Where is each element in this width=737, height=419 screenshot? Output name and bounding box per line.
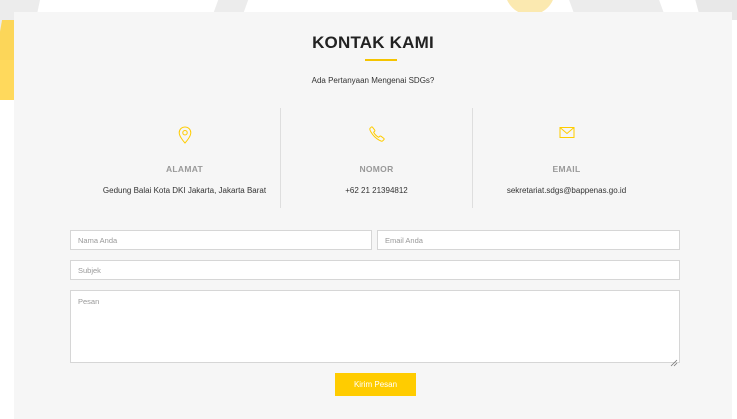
- title-underline: [365, 59, 397, 61]
- map-pin-icon: [178, 126, 192, 149]
- info-label: EMAIL: [552, 164, 581, 174]
- info-label: ALAMAT: [165, 164, 204, 174]
- phone-icon: [368, 126, 385, 147]
- section-title: KONTAK KAMI: [312, 33, 434, 52]
- contact-section: KONTAK KAMI Ada Pertanyaan Mengenai SDGs…: [14, 12, 732, 419]
- message-textarea[interactable]: [70, 290, 680, 363]
- name-input[interactable]: [70, 230, 372, 250]
- email-input[interactable]: [377, 230, 680, 250]
- info-address: ALAMAT Gedung Balai Kota DKI Jakarta, Ja…: [89, 108, 280, 208]
- section-subtitle: Ada Pertanyaan Mengenai SDGs?: [311, 76, 435, 85]
- resize-handle-icon[interactable]: [670, 354, 678, 367]
- info-value: sekretariat.sdgs@bappenas.go.id: [506, 186, 627, 195]
- info-value: +62 21 21394812: [345, 186, 408, 195]
- submit-button[interactable]: Kirim Pesan: [335, 373, 416, 396]
- info-phone: NOMOR +62 21 21394812: [280, 108, 473, 208]
- info-value: Gedung Balai Kota DKI Jakarta, Jakarta B…: [102, 186, 267, 195]
- subject-input[interactable]: [70, 260, 680, 280]
- info-label: NOMOR: [359, 164, 394, 174]
- info-email: EMAIL sekretariat.sdgs@bappenas.go.id: [471, 108, 662, 208]
- envelope-icon: [559, 126, 575, 144]
